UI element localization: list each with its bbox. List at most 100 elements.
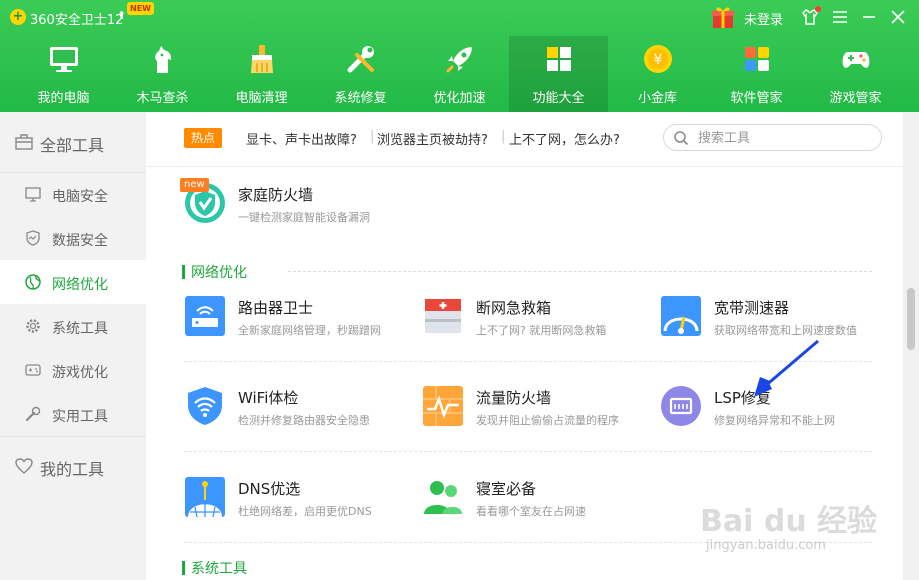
horse-icon: [155, 46, 172, 73]
lsp-repair-icon: [661, 386, 701, 426]
sidebar-item-utilities[interactable]: 实用工具: [0, 392, 146, 436]
watermark-url: jingyan.baidu.com: [706, 538, 826, 553]
gamepad-icon: [25, 364, 41, 376]
tool-wifi-check[interactable]: WiFi体检 检测并修复路由器安全隐患: [184, 385, 414, 445]
nav-my-computer[interactable]: 我的电脑: [14, 36, 113, 112]
nav-label: 我的电脑: [37, 91, 90, 106]
wifi-shield-icon: [188, 387, 222, 425]
tool-dorm-essential[interactable]: 寝室必备 看看哪个室友在占网速: [422, 476, 652, 536]
tool-desc: 检测并修复路由器安全隐患: [238, 414, 370, 427]
tool-name: 断网急救箱: [476, 299, 552, 317]
hot-link[interactable]: 浏览器主页被劫持?: [377, 129, 488, 148]
sidebar-item-system-tools[interactable]: 系统工具: [0, 304, 146, 348]
nav-all-features[interactable]: 功能大全: [509, 36, 608, 112]
tool-name: WiFi体检: [238, 389, 299, 407]
router-icon: [185, 296, 225, 336]
grid-icon: [547, 47, 571, 71]
watermark-text: Bai du 经验: [700, 504, 878, 539]
search-box[interactable]: [663, 124, 882, 151]
section-divider: [288, 271, 872, 272]
sidebar-item-label: 数据安全: [52, 233, 108, 249]
hotbar-divider: [146, 166, 903, 167]
nav-label: 优化加速: [433, 91, 486, 106]
tool-network-first-aid[interactable]: 断网急救箱 上不了网? 就用断网急救箱: [422, 295, 652, 355]
nav-treasury[interactable]: ¥ 小金库: [608, 36, 707, 112]
monitor-icon: [50, 47, 78, 72]
minimize-icon[interactable]: [857, 5, 881, 29]
sidebar-group-label: 全部工具: [40, 136, 105, 155]
gear-icon: [26, 319, 40, 333]
tool-router-guard[interactable]: 路由器卫士 全新家庭网络管理，秒踢蹭网: [184, 295, 414, 355]
tool-name: 流量防火墙: [476, 389, 552, 407]
globe-icon: [25, 274, 41, 290]
search-icon: [674, 131, 689, 146]
main-nav: 我的电脑 木马查杀 电脑清理 系统修复 优化加速 功能大全 ¥ 小金库 软件管家…: [0, 36, 919, 112]
watermark: Bai du 经验 jingyan.baidu.com: [700, 496, 880, 566]
traffic-firewall-icon: [423, 386, 463, 426]
login-link[interactable]: 未登录: [744, 9, 783, 28]
sidebar-group-my-tools[interactable]: 我的工具: [0, 436, 146, 496]
gamepad-icon: [842, 52, 870, 68]
tool-name: 路由器卫士: [238, 299, 314, 317]
search-input[interactable]: [698, 129, 868, 147]
broom-icon: [251, 45, 273, 73]
vertical-scrollbar[interactable]: [903, 112, 919, 580]
tool-desc: 发现并阻止偷偷占流量的程序: [476, 414, 619, 427]
hot-tag: 热点: [184, 128, 223, 148]
tool-desc: 一键检测家庭智能设备漏洞: [238, 211, 370, 224]
gift-icon[interactable]: [710, 4, 736, 30]
app-window: + 360安全卫士12 ⬆ NEW 未登录 我的电脑 木马查杀 电脑清理 系统修…: [0, 0, 919, 580]
annotation-arrow-icon: [754, 339, 819, 397]
tool-dns-optimize[interactable]: DNS优选 杜绝网络差，启用更优DNS: [184, 476, 414, 536]
new-badge: NEW: [127, 2, 154, 15]
nav-label: 游戏管家: [829, 91, 882, 106]
menu-icon[interactable]: [828, 5, 852, 29]
nav-software-manager[interactable]: 软件管家: [707, 36, 806, 112]
header: + 360安全卫士12 ⬆ NEW 未登录 我的电脑 木马查杀 电脑清理 系统修…: [0, 0, 919, 112]
nav-cleanup[interactable]: 电脑清理: [212, 36, 311, 112]
nav-label: 系统修复: [334, 91, 387, 106]
nav-label: 小金库: [637, 91, 677, 106]
upgrade-arrow-icon[interactable]: ⬆: [117, 9, 126, 22]
tool-name: 宽带测速器: [714, 299, 790, 317]
sidebar-item-label: 游戏优化: [52, 365, 108, 381]
scrollbar-thumb[interactable]: [907, 288, 915, 350]
app-logo-icon: +: [10, 9, 26, 25]
tool-traffic-firewall[interactable]: 流量防火墙 发现并阻止偷偷占流量的程序: [422, 385, 652, 445]
sidebar-item-network-optimize[interactable]: 网络优化: [0, 260, 146, 304]
hot-link[interactable]: 上不了网，怎么办?: [509, 129, 620, 148]
sidebar-item-pc-security[interactable]: 电脑安全: [0, 172, 146, 216]
nav-label: 功能大全: [532, 91, 585, 106]
toolbox-icon: [15, 134, 33, 150]
tool-desc: 看看哪个室友在占网速: [476, 505, 586, 518]
section-title-system: 系统工具: [182, 558, 247, 578]
tool-desc: 修复网络异常和不能上网: [714, 414, 835, 427]
tool-name: 家庭防火墙: [238, 186, 314, 204]
first-aid-kit-icon: [425, 299, 461, 333]
tool-desc: 杜绝网络差，启用更优DNS: [238, 505, 372, 518]
apps-icon: [745, 47, 769, 71]
tool-name: 寝室必备: [476, 480, 537, 498]
wrench-icon: [347, 46, 374, 73]
nav-speedup[interactable]: 优化加速: [410, 36, 509, 112]
monitor-icon: [25, 187, 41, 202]
wrench-icon: [25, 406, 41, 422]
hot-separator: |: [501, 129, 506, 144]
nav-game-manager[interactable]: 游戏管家: [806, 36, 905, 112]
rocket-icon: [446, 47, 472, 73]
nav-trojan-scan[interactable]: 木马查杀: [113, 36, 212, 112]
section-title-network: 网络优化: [182, 262, 247, 282]
sidebar-item-data-security[interactable]: 数据安全: [0, 216, 146, 260]
titlebar: + 360安全卫士12 ⬆ NEW 未登录: [0, 0, 919, 36]
sidebar-item-game-optimize[interactable]: 游戏优化: [0, 348, 146, 392]
close-icon[interactable]: [886, 5, 910, 29]
speedometer-icon: [661, 296, 701, 336]
svg-text:¥: ¥: [654, 52, 663, 68]
new-badge: new: [180, 178, 209, 192]
hot-link[interactable]: 显卡、声卡出故障?: [246, 129, 357, 148]
sidebar-item-label: 系统工具: [52, 321, 108, 337]
hot-separator: |: [370, 129, 375, 144]
tool-home-firewall[interactable]: new 家庭防火墙 一键检测家庭智能设备漏洞: [180, 178, 414, 242]
nav-system-repair[interactable]: 系统修复: [311, 36, 410, 112]
sidebar-group-all-tools[interactable]: 全部工具: [0, 112, 146, 172]
